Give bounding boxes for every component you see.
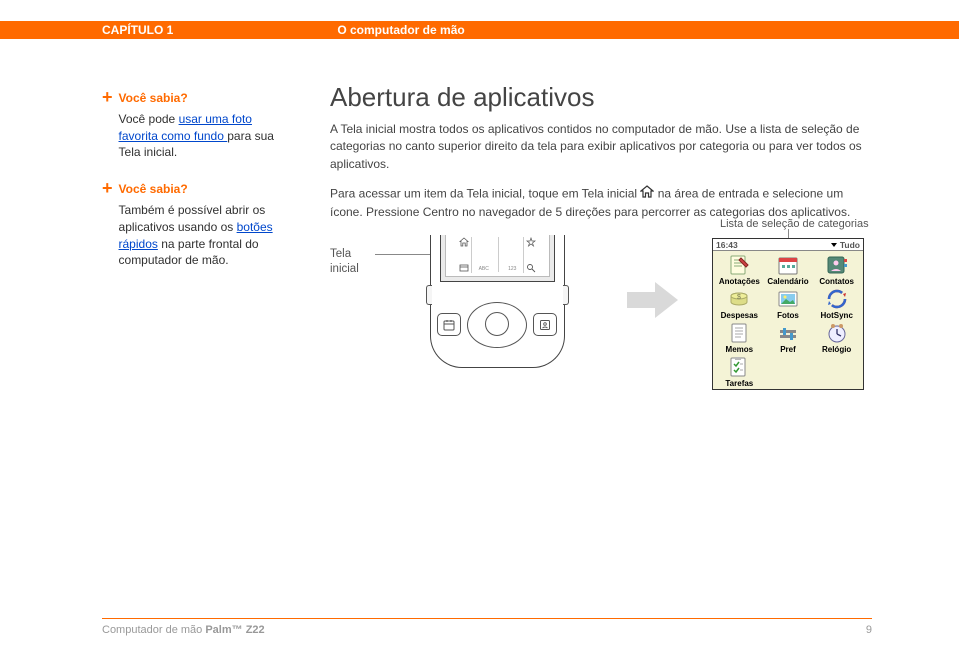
sidebar-text-2: Você sabia? Também é possível abrir os a… — [119, 181, 290, 269]
graffiti-abc-label: ABC — [479, 266, 489, 272]
app-label: HotSync — [820, 311, 852, 320]
arrow-icon — [625, 280, 680, 320]
sidebar-pre-1: Você pode — [119, 112, 179, 126]
paragraph-1: A Tela inicial mostra todos os aplicativ… — [330, 121, 870, 173]
tasks-icon — [726, 356, 752, 378]
app-relogio[interactable]: Relógio — [812, 322, 861, 354]
device-side-right — [563, 285, 569, 305]
app-pref[interactable]: Pref — [764, 322, 813, 354]
contacts-btn-icon — [538, 318, 552, 332]
app-label: Relógio — [822, 345, 851, 354]
find-icon — [526, 263, 536, 273]
header-bar: CAPÍTULO 1 O computador de mão — [0, 21, 959, 39]
device-screen: ABC 123 — [445, 235, 550, 277]
caption-home-screen: Tela inicial — [330, 247, 380, 277]
footer-text-a: Computador de mão — [102, 624, 205, 636]
dpad-navigator — [467, 295, 527, 355]
hard-button-left — [437, 313, 461, 336]
paragraph-2: Para acessar um item da Tela inicial, to… — [330, 185, 870, 221]
app-fotos[interactable]: Fotos — [764, 288, 813, 320]
graffiti-writing-area: ABC 123 — [471, 237, 524, 273]
device-side-left — [426, 285, 432, 305]
app-contatos[interactable]: Contatos — [812, 254, 861, 286]
hard-button-right — [533, 313, 557, 336]
app-tarefas[interactable]: Tarefas — [715, 356, 764, 388]
memos-icon — [726, 322, 752, 344]
sidebar-tip-1: + Você sabia? Você pode usar uma foto fa… — [102, 90, 290, 161]
sidebar-tip-2: + Você sabia? Também é possível abrir os… — [102, 181, 290, 269]
app-label: Calendário — [767, 277, 808, 286]
palm-home-screen: 16:43 Tudo Anotações Calendário Contatos — [712, 238, 864, 390]
main-content: Abertura de aplicativos A Tela inicial m… — [330, 82, 870, 233]
app-label: Contatos — [819, 277, 854, 286]
dpad-center-button — [485, 312, 509, 336]
app-label: Pref — [780, 345, 796, 354]
chapter-title: O computador de mão — [337, 23, 464, 37]
contacts-icon — [824, 254, 850, 276]
graffiti-123-label: 123 — [508, 266, 516, 272]
palm-app-grid: Anotações Calendário Contatos $ Despesas… — [713, 251, 863, 391]
home-icon — [640, 185, 654, 203]
para2-pre: Para acessar um item da Tela inicial, to… — [330, 187, 640, 201]
sidebar-heading-1: Você sabia? — [119, 90, 290, 107]
app-despesas[interactable]: $ Despesas — [715, 288, 764, 320]
plus-icon: + — [102, 181, 113, 269]
note-icon — [726, 254, 752, 276]
app-anotacoes[interactable]: Anotações — [715, 254, 764, 286]
app-label: Despesas — [721, 311, 758, 320]
palm-time: 16:43 — [716, 240, 738, 250]
calendar-btn-icon — [442, 318, 456, 332]
dropdown-triangle-icon — [830, 241, 838, 249]
photos-icon — [775, 288, 801, 310]
home-icon — [459, 237, 469, 247]
palm-topbar: 16:43 Tudo — [713, 239, 863, 251]
app-label: Fotos — [777, 311, 799, 320]
footer-text-b: Palm™ Z22 — [205, 624, 264, 636]
hotsync-icon — [824, 288, 850, 310]
calendar-icon — [775, 254, 801, 276]
footer-product: Computador de mão Palm™ Z22 — [102, 624, 265, 636]
app-hotsync[interactable]: HotSync — [812, 288, 861, 320]
pref-icon — [775, 322, 801, 344]
svg-text:$: $ — [737, 294, 741, 301]
sidebar-text-1: Você sabia? Você pode usar uma foto favo… — [119, 90, 290, 161]
graffiti-area: ABC 123 — [457, 237, 538, 273]
app-label: Tarefas — [725, 379, 753, 388]
app-memos[interactable]: Memos — [715, 322, 764, 354]
sidebar: + Você sabia? Você pode usar uma foto fa… — [102, 90, 290, 289]
caption-category-list: Lista de seleção de categorias — [720, 218, 869, 230]
device-screen-bezel: ABC 123 — [440, 235, 555, 282]
palm-category-label: Tudo — [840, 240, 860, 250]
footer-divider — [102, 618, 872, 619]
device-outline: ABC 123 — [400, 235, 595, 380]
section-heading: Abertura de aplicativos — [330, 82, 870, 113]
plus-icon: + — [102, 90, 113, 161]
footer-page-number: 9 — [866, 624, 872, 636]
palm-category-dropdown[interactable]: Tudo — [830, 240, 860, 250]
chapter-label: CAPÍTULO 1 — [102, 23, 173, 37]
expenses-icon: $ — [726, 288, 752, 310]
graffiti-left-icons — [457, 237, 471, 273]
app-calendario[interactable]: Calendário — [764, 254, 813, 286]
app-label: Memos — [726, 345, 754, 354]
star-icon — [526, 237, 536, 247]
app-label: Anotações — [719, 277, 760, 286]
clock-icon — [824, 322, 850, 344]
graffiti-right-icons — [524, 237, 538, 273]
sidebar-heading-2: Você sabia? — [119, 181, 290, 198]
menu-icon — [459, 263, 469, 273]
